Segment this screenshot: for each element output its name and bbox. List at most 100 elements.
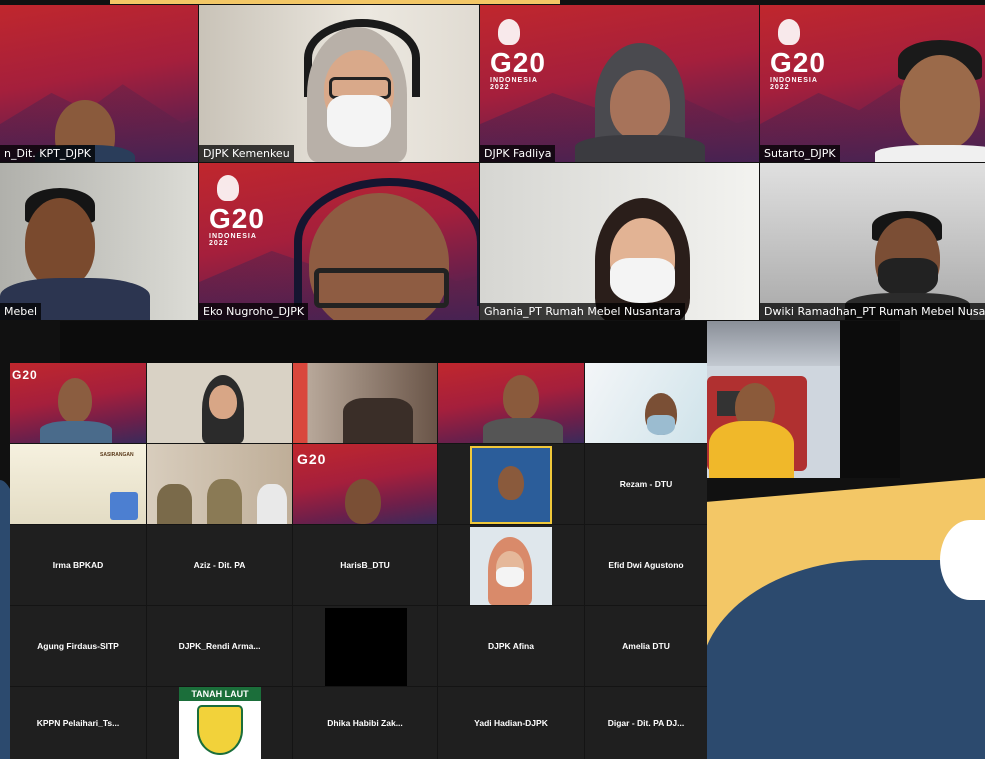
video-tile[interactable]: G20 INDONESIA 2022 DJPK Fadliya [480,5,759,162]
participant-cell[interactable]: Agung Firdaus-SITP [10,606,146,686]
participant-name: Dwiki Ramadhan_PT Rumah Mebel Nusantara [760,303,985,320]
participant-body [483,418,563,443]
participant-face [503,375,539,420]
g20-emblem-icon [778,19,800,45]
tanah-laut-label: TANAH LAUT [179,687,261,701]
calculator-icon [110,492,138,520]
g20-logo: G20 INDONESIA 2022 [490,19,546,91]
participant-name: Rezam - DTU [619,479,673,489]
participant-name: DJPK_Rendi Arma... [178,641,261,651]
g20-logo-year: 2022 [490,84,510,91]
face-mask [496,567,524,587]
participant-face [345,479,381,524]
g20-logo: G20 [297,452,326,468]
participant-cell[interactable]: Efid Dwi Agustono [585,525,707,605]
participant-face [209,385,237,419]
blank-video-frame [325,608,407,686]
g20-logo-text: G20 [490,47,546,78]
participant-face [25,198,95,288]
participant-name: Eko Nugroho_DJPK [199,303,309,320]
mini-video-tile[interactable]: G20 [10,363,146,443]
participant-cell[interactable]: Amelia DTU [585,606,707,686]
participant-body [157,484,192,524]
participant-body [207,479,242,524]
g20-logo-country: INDONESIA [770,77,818,84]
participant-name: KPPN Pelaihari_Ts... [36,718,120,728]
tanah-laut-logo: TANAH LAUT [179,687,261,759]
participant-name: Yadi Hadian-DJPK [474,718,548,728]
participant-cell[interactable]: Dhika Habibi Zak... [293,687,437,759]
g20-logo-text: G20 [770,47,826,78]
glasses-icon [314,268,449,308]
mini-video-tile[interactable]: TANAH LAUT [147,687,292,759]
g20-logo-country: INDONESIA [209,233,257,240]
participant-cell[interactable]: DJPK_Rendi Arma... [147,606,292,686]
participant-cell[interactable]: HarisB_DTU [293,525,437,605]
people-group-graphic [343,398,413,443]
participant-cell[interactable]: KPPN Pelaihari_Ts... [10,687,146,759]
participant-body [709,421,794,478]
participant-body [40,421,112,443]
face-mask [327,95,391,147]
g20-logo-text: G20 [209,203,265,234]
participant-cell[interactable]: Digar - Dit. PA DJ... [585,687,707,759]
mini-video-tile[interactable] [438,363,584,443]
black-panel-right [840,321,900,478]
participant-name: Sutarto_DJPK [760,145,840,162]
video-tile-train-station[interactable] [707,321,840,478]
g20-emblem-icon [498,19,520,45]
g20-logo-country: INDONESIA [490,77,538,84]
mini-video-tile[interactable]: SASIRANGAN [10,444,146,524]
participant-name: Irma BPKAD [52,560,104,570]
black-separator [60,321,710,363]
participant-name: Dhika Habibi Zak... [327,718,403,728]
mini-video-tile[interactable] [293,363,437,443]
video-tile[interactable]: G20 INDONESIA 2022 Eko Nugroho_DJPK [199,163,479,320]
mini-video-tile[interactable] [293,606,437,686]
participant-name: DJPK Fadliya [480,145,556,162]
slide-title: SASIRANGAN [100,452,134,458]
participant-face [900,55,980,150]
participant-face [58,378,92,423]
participant-body [875,145,985,162]
shield-icon [197,705,243,755]
participant-name: Amelia DTU [622,641,670,651]
video-tile[interactable]: Dwiki Ramadhan_PT Rumah Mebel Nusantara [760,163,985,320]
face-mask [878,258,938,296]
participant-face [610,70,670,140]
participant-body [257,484,287,524]
g20-logo-year: 2022 [209,240,229,247]
video-tile[interactable]: Mebel [0,163,198,320]
video-tile[interactable]: Ghania_PT Rumah Mebel Nusantara [480,163,759,320]
participant-name: n_Dit. KPT_DJPK [0,145,95,162]
mini-video-tile[interactable]: G20 [293,444,437,524]
g20-emblem-icon [217,175,239,201]
mini-video-tile[interactable] [147,444,292,524]
participant-face [498,466,524,500]
participant-name: HarisB_DTU [340,560,390,570]
mini-video-tile[interactable] [438,444,584,524]
participant-name: Ghania_PT Rumah Mebel Nusantara [480,303,685,320]
g20-logo-year: 2022 [770,84,790,91]
participant-body [575,135,705,162]
mini-video-tile[interactable] [438,525,584,605]
video-tile[interactable]: DJPK Kemenkeu [199,5,479,162]
mini-video-tile[interactable] [147,363,292,443]
g20-logo: G20 INDONESIA 2022 [209,175,265,247]
face-mask [610,258,675,303]
g20-logo-text: G20 [297,451,327,467]
participant-cell[interactable]: DJPK Afina [438,606,584,686]
participant-name: Digar - Dit. PA DJ... [607,718,685,728]
participant-cell[interactable]: Rezam - DTU [585,444,707,524]
g20-logo-text: G20 [12,368,38,382]
participant-cell[interactable]: Irma BPKAD [10,525,146,605]
video-tile[interactable]: G20 INDONESIA 2022 Sutarto_DJPK [760,5,985,162]
participant-name: Mebel [0,303,42,320]
participant-cell[interactable]: Yadi Hadian-DJPK [438,687,584,759]
video-tile[interactable]: n_Dit. KPT_DJPK [0,5,198,162]
mini-video-tile[interactable] [585,363,707,443]
top-accent-bar [110,0,560,4]
participant-name: Efid Dwi Agustono [608,560,684,570]
participant-name: Aziz - Dit. PA [193,560,246,570]
participant-cell[interactable]: Aziz - Dit. PA [147,525,292,605]
